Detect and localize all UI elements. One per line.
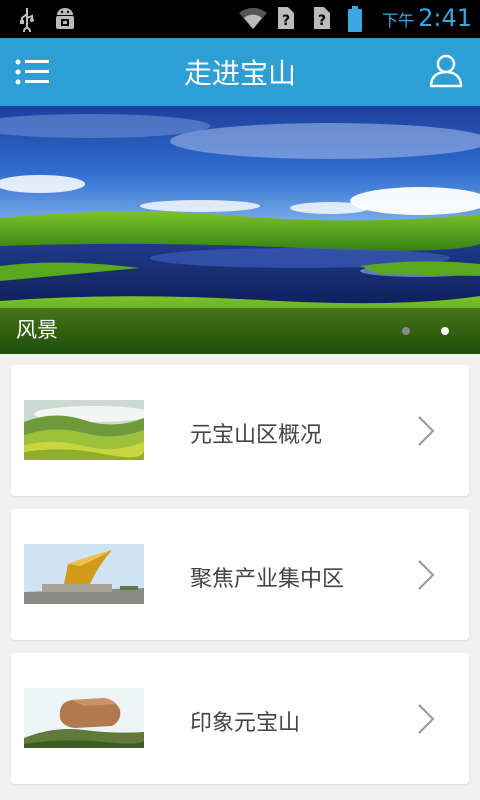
banner-carousel[interactable]: 风景 <box>0 106 480 354</box>
wifi-icon <box>238 5 268 31</box>
chevron-right-icon <box>418 416 435 446</box>
usb-icon <box>14 6 40 35</box>
user-icon <box>429 54 463 88</box>
monument-sculpture-image <box>24 544 144 604</box>
carousel-dot-1[interactable] <box>402 327 410 335</box>
list-item-impression[interactable]: 印象元宝山 <box>11 653 469 784</box>
status-time: 2:41 <box>418 4 472 32</box>
chevron-right-icon <box>418 704 435 734</box>
list-item-overview[interactable]: 元宝山区概况 <box>11 365 469 496</box>
list-item-label: 印象元宝山 <box>190 711 301 736</box>
list-item-industry-zone[interactable]: 聚焦产业集中区 <box>11 509 469 640</box>
page-title: 走进宝山 <box>183 57 296 90</box>
menu-list-icon <box>15 59 49 85</box>
status-ampm: 下午 <box>382 11 415 30</box>
menu-button[interactable] <box>14 54 52 90</box>
status-bar: ? ? 下午 2:41 <box>0 0 480 38</box>
svg-text:?: ? <box>318 13 326 29</box>
app-header: 走进宝山 <box>0 38 480 106</box>
list-item-label: 元宝山区概况 <box>190 423 323 448</box>
svg-text:?: ? <box>282 13 290 29</box>
sim-unknown-icon: ? <box>274 5 300 31</box>
user-button[interactable] <box>428 52 464 90</box>
sim-unknown-icon: ? <box>310 5 336 31</box>
list-item-label: 聚焦产业集中区 <box>190 567 345 592</box>
battery-icon <box>346 5 372 32</box>
carousel-dot-2[interactable] <box>441 327 449 335</box>
chevron-right-icon <box>418 560 435 590</box>
android-debug-icon <box>52 6 78 32</box>
banner-caption: 风景 <box>16 318 58 342</box>
terraced-hills-image <box>24 400 144 460</box>
rock-formation-image <box>24 688 144 748</box>
